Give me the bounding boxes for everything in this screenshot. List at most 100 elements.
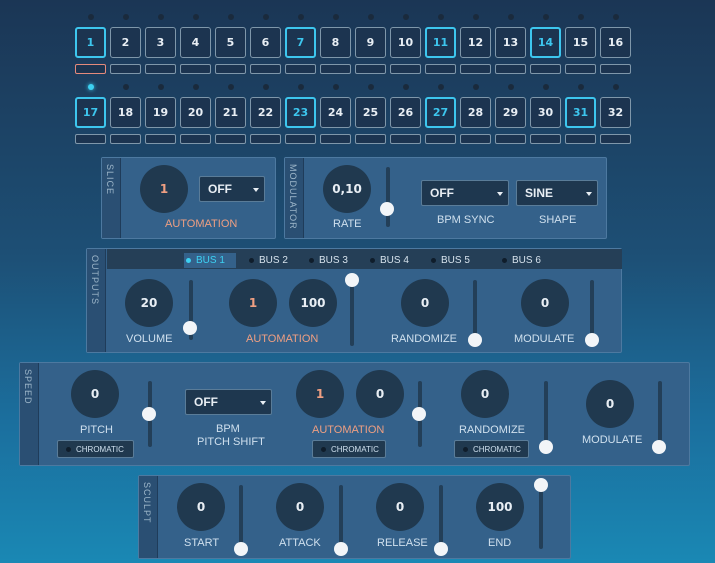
bpm-pitch-shift-select[interactable]: OFF <box>185 389 272 415</box>
step-button-21[interactable]: 21 <box>215 97 246 128</box>
step-button-15[interactable]: 15 <box>565 27 596 58</box>
bpm-sync-select[interactable]: OFF <box>421 180 509 206</box>
rate-slider-thumb[interactable] <box>380 202 394 216</box>
step-slot-7[interactable] <box>285 64 316 74</box>
pitch-chromatic-toggle[interactable]: CHROMATIC <box>57 440 134 458</box>
step-button-5[interactable]: 5 <box>215 27 246 58</box>
release-slider-track[interactable] <box>439 485 443 549</box>
step-button-31[interactable]: 31 <box>565 97 596 128</box>
speed-automation-chromatic-toggle[interactable]: CHROMATIC <box>312 440 386 458</box>
step-button-4[interactable]: 4 <box>180 27 211 58</box>
step-slot-27[interactable] <box>425 134 456 144</box>
bus-tab-1[interactable]: BUS 1 <box>184 253 236 268</box>
step-button-13[interactable]: 13 <box>495 27 526 58</box>
outputs-automation-knob-1[interactable]: 1 <box>229 279 277 327</box>
step-slot-13[interactable] <box>495 64 526 74</box>
step-slot-23[interactable] <box>285 134 316 144</box>
step-button-24[interactable]: 24 <box>320 97 351 128</box>
rate-knob[interactable]: 0,10 <box>323 165 371 213</box>
step-slot-17[interactable] <box>75 134 106 144</box>
attack-slider-thumb[interactable] <box>334 542 348 556</box>
speed-modulate-slider-track[interactable] <box>658 381 662 447</box>
step-slot-9[interactable] <box>355 64 386 74</box>
step-slot-16[interactable] <box>600 64 631 74</box>
volume-knob[interactable]: 20 <box>125 279 173 327</box>
step-button-11[interactable]: 11 <box>425 27 456 58</box>
outputs-automation-knob-2[interactable]: 100 <box>289 279 337 327</box>
start-slider-track[interactable] <box>239 485 243 549</box>
step-button-6[interactable]: 6 <box>250 27 281 58</box>
bus-tab-5[interactable]: BUS 5 <box>429 253 484 268</box>
step-button-29[interactable]: 29 <box>495 97 526 128</box>
outputs-randomize-slider-thumb[interactable] <box>468 333 482 347</box>
slice-knob[interactable]: 1 <box>140 165 188 213</box>
bus-tab-6[interactable]: BUS 6 <box>500 253 555 268</box>
step-button-20[interactable]: 20 <box>180 97 211 128</box>
step-slot-20[interactable] <box>180 134 211 144</box>
step-slot-24[interactable] <box>320 134 351 144</box>
step-slot-4[interactable] <box>180 64 211 74</box>
step-slot-31[interactable] <box>565 134 596 144</box>
bus-tab-2[interactable]: BUS 2 <box>247 253 302 268</box>
step-slot-30[interactable] <box>530 134 561 144</box>
bus-tab-4[interactable]: BUS 4 <box>368 253 423 268</box>
pitch-knob[interactable]: 0 <box>71 370 119 418</box>
outputs-modulate-slider-thumb[interactable] <box>585 333 599 347</box>
step-slot-11[interactable] <box>425 64 456 74</box>
start-slider-thumb[interactable] <box>234 542 248 556</box>
pitch-slider-thumb[interactable] <box>142 407 156 421</box>
speed-randomize-slider-track[interactable] <box>544 381 548 447</box>
attack-knob[interactable]: 0 <box>276 483 324 531</box>
step-slot-21[interactable] <box>215 134 246 144</box>
step-button-2[interactable]: 2 <box>110 27 141 58</box>
step-slot-25[interactable] <box>355 134 386 144</box>
slice-automation-select[interactable]: OFF <box>199 176 265 202</box>
step-button-27[interactable]: 27 <box>425 97 456 128</box>
rate-slider-track[interactable] <box>386 167 390 227</box>
step-button-19[interactable]: 19 <box>145 97 176 128</box>
step-slot-28[interactable] <box>460 134 491 144</box>
release-slider-thumb[interactable] <box>434 542 448 556</box>
step-button-1[interactable]: 1 <box>75 27 106 58</box>
step-button-16[interactable]: 16 <box>600 27 631 58</box>
step-slot-2[interactable] <box>110 64 141 74</box>
step-slot-22[interactable] <box>250 134 281 144</box>
step-slot-3[interactable] <box>145 64 176 74</box>
step-button-10[interactable]: 10 <box>390 27 421 58</box>
step-button-22[interactable]: 22 <box>250 97 281 128</box>
step-slot-18[interactable] <box>110 134 141 144</box>
step-button-23[interactable]: 23 <box>285 97 316 128</box>
step-button-17[interactable]: 17 <box>75 97 106 128</box>
step-button-26[interactable]: 26 <box>390 97 421 128</box>
outputs-modulate-knob[interactable]: 0 <box>521 279 569 327</box>
shape-select[interactable]: SINE <box>516 180 598 206</box>
step-button-14[interactable]: 14 <box>530 27 561 58</box>
step-button-30[interactable]: 30 <box>530 97 561 128</box>
step-button-3[interactable]: 3 <box>145 27 176 58</box>
bus-tab-3[interactable]: BUS 3 <box>307 253 362 268</box>
step-button-8[interactable]: 8 <box>320 27 351 58</box>
step-button-12[interactable]: 12 <box>460 27 491 58</box>
step-slot-29[interactable] <box>495 134 526 144</box>
step-button-7[interactable]: 7 <box>285 27 316 58</box>
end-knob[interactable]: 100 <box>476 483 524 531</box>
speed-randomize-slider-thumb[interactable] <box>539 440 553 454</box>
step-button-9[interactable]: 9 <box>355 27 386 58</box>
outputs-automation-slider-thumb[interactable] <box>345 273 359 287</box>
volume-slider-thumb[interactable] <box>183 321 197 335</box>
step-slot-1[interactable] <box>75 64 106 74</box>
end-slider-thumb[interactable] <box>534 478 548 492</box>
release-knob[interactable]: 0 <box>376 483 424 531</box>
step-button-25[interactable]: 25 <box>355 97 386 128</box>
step-slot-10[interactable] <box>390 64 421 74</box>
step-slot-14[interactable] <box>530 64 561 74</box>
outputs-modulate-slider-track[interactable] <box>590 280 594 340</box>
step-slot-8[interactable] <box>320 64 351 74</box>
step-slot-32[interactable] <box>600 134 631 144</box>
attack-slider-track[interactable] <box>339 485 343 549</box>
step-button-28[interactable]: 28 <box>460 97 491 128</box>
step-button-18[interactable]: 18 <box>110 97 141 128</box>
step-slot-6[interactable] <box>250 64 281 74</box>
speed-randomize-knob[interactable]: 0 <box>461 370 509 418</box>
step-slot-26[interactable] <box>390 134 421 144</box>
